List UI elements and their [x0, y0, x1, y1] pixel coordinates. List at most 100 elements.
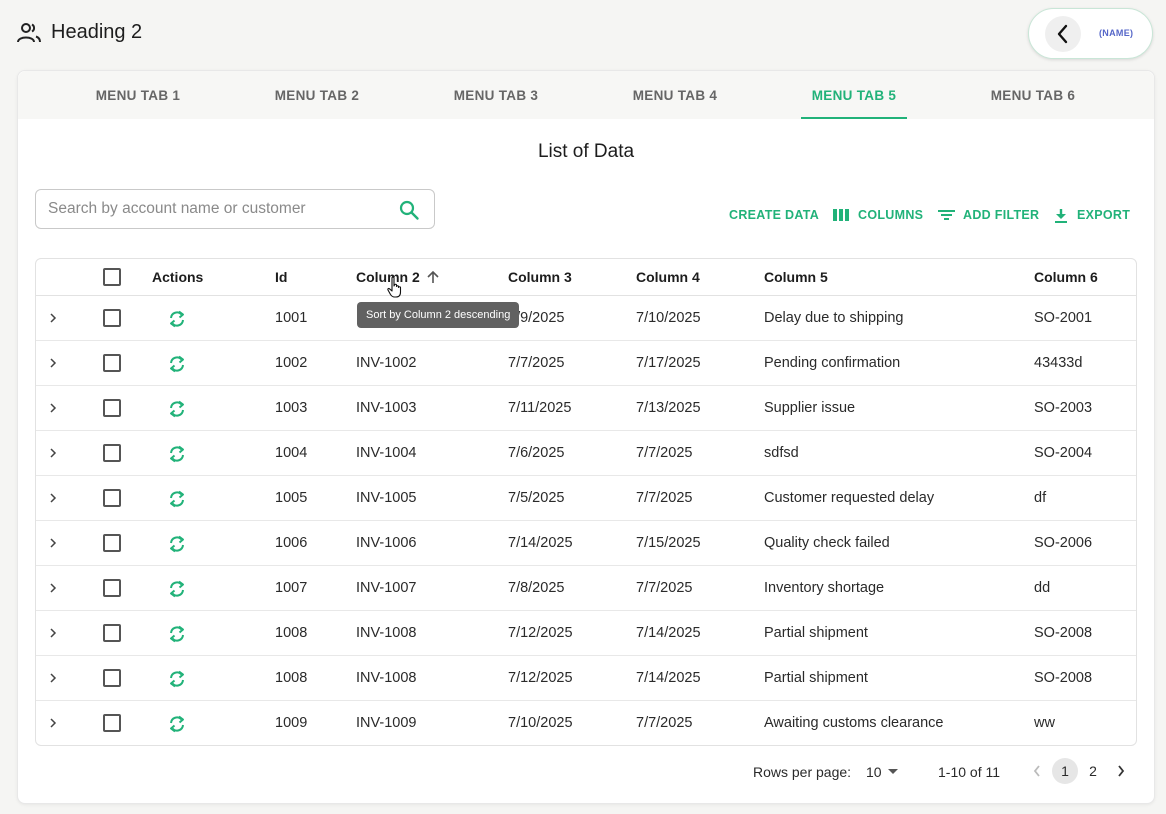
cell-column-3: 7/11/2025: [508, 400, 572, 416]
row-checkbox[interactable]: [103, 714, 121, 732]
chevron-right-icon[interactable]: [47, 582, 59, 594]
sort-arrow-up-icon[interactable]: [426, 270, 440, 284]
cell-column-3: 7/8/2025: [508, 580, 565, 596]
cell-column-5: Inventory shortage: [764, 580, 885, 596]
table-row[interactable]: 1004 INV-1004 7/6/2025 7/7/2025 sdfsd SO-2004: [36, 431, 1136, 476]
user-name: (NAME): [1099, 28, 1134, 38]
cell-column-4: 7/17/2025: [636, 355, 701, 371]
sync-icon[interactable]: [167, 579, 187, 599]
cell-column-5: Customer requested delay: [764, 490, 935, 506]
rows-per-page-select[interactable]: 10: [866, 764, 898, 780]
cell-column-4: 7/13/2025: [636, 400, 701, 416]
cell-column-5: Awaiting customs clearance: [764, 715, 944, 731]
tab-menu-2[interactable]: MENU TAB 2: [242, 71, 392, 119]
search-icon[interactable]: [398, 199, 420, 221]
cell-column-5: Delay due to shipping: [764, 310, 904, 326]
header-column-6[interactable]: Column 6: [1034, 269, 1098, 285]
cell-column-4: 7/14/2025: [636, 670, 701, 686]
tab-menu-3[interactable]: MENU TAB 3: [421, 71, 571, 119]
sync-icon[interactable]: [167, 534, 187, 554]
sync-icon[interactable]: [167, 354, 187, 374]
next-page-button[interactable]: [1108, 758, 1134, 784]
page-2-button[interactable]: 2: [1080, 758, 1106, 784]
row-checkbox[interactable]: [103, 354, 121, 372]
cell-id: 1004: [275, 445, 308, 461]
previous-page-button[interactable]: [1024, 758, 1050, 784]
row-checkbox[interactable]: [103, 669, 121, 687]
sync-icon[interactable]: [167, 444, 187, 464]
chevron-right-icon[interactable]: [47, 447, 59, 459]
rows-per-page-label: Rows per page:: [753, 764, 852, 780]
header-column-3[interactable]: Column 3: [508, 269, 572, 285]
pagination-range: 1-10 of 11: [938, 764, 1001, 780]
header-column-4[interactable]: Column 4: [636, 269, 700, 285]
cell-column-2: INV-1005: [356, 490, 417, 506]
table-row[interactable]: 1002 INV-1002 7/7/2025 7/17/2025 Pending con…: [36, 341, 1136, 386]
sync-icon[interactable]: [167, 669, 187, 689]
sync-icon[interactable]: [167, 624, 187, 644]
create-data-button[interactable]: CREATE DATA: [729, 207, 819, 223]
table-row[interactable]: 1008 INV-1008 7/12/2025 7/14/2025 Partial sh…: [36, 611, 1136, 656]
cell-column-3: 7/6/2025: [508, 445, 565, 461]
chevron-right-icon[interactable]: [47, 672, 59, 684]
row-checkbox[interactable]: [103, 534, 121, 552]
chevron-right-icon[interactable]: [47, 492, 59, 504]
tab-menu-1[interactable]: MENU TAB 1: [63, 71, 213, 119]
chevron-right-icon[interactable]: [47, 537, 59, 549]
columns-icon: [833, 209, 849, 221]
table-row[interactable]: 1005 INV-1005 7/5/2025 7/7/2025 Customer req…: [36, 476, 1136, 521]
cell-column-4: 7/14/2025: [636, 625, 701, 641]
table-row[interactable]: 1007 INV-1007 7/8/2025 7/7/2025 Inventory sh…: [36, 566, 1136, 611]
row-checkbox[interactable]: [103, 579, 121, 597]
chevron-right-icon[interactable]: [47, 717, 59, 729]
table-row[interactable]: 1006 INV-1006 7/14/2025 7/15/2025 Quality ch…: [36, 521, 1136, 566]
sync-icon[interactable]: [167, 489, 187, 509]
user-menu[interactable]: (NAME): [1028, 8, 1153, 59]
cell-column-2: INV-1002: [356, 355, 417, 371]
cell-column-4: 7/10/2025: [636, 310, 701, 326]
cell-column-5: sdfsd: [764, 445, 799, 461]
chevron-right-icon[interactable]: [47, 312, 59, 324]
row-checkbox[interactable]: [103, 489, 121, 507]
sync-icon[interactable]: [167, 399, 187, 419]
table-row[interactable]: 1008 INV-1008 7/12/2025 7/14/2025 Partial sh…: [36, 656, 1136, 701]
cell-column-6: ww: [1034, 715, 1055, 731]
grid-header: Actions Id Column 2 Column 3 Column 4 Co…: [36, 259, 1136, 296]
cell-column-5: Quality check failed: [764, 535, 890, 551]
cell-column-4: 7/15/2025: [636, 535, 701, 551]
cursor-hand-icon: [387, 276, 402, 298]
sync-icon[interactable]: [167, 309, 187, 329]
columns-button[interactable]: COLUMNS: [832, 207, 923, 223]
page-1-button[interactable]: 1: [1052, 758, 1078, 784]
cell-column-6: SO-2004: [1034, 445, 1093, 461]
header-id[interactable]: Id: [275, 269, 287, 285]
row-checkbox[interactable]: [103, 624, 121, 642]
sync-icon[interactable]: [167, 714, 187, 734]
table-row[interactable]: 1001INV-10017/9/20257/10/2025Delay due t…: [36, 296, 1136, 341]
search-input[interactable]: [48, 190, 388, 228]
tab-menu-4[interactable]: MENU TAB 4: [600, 71, 750, 119]
add-filter-button[interactable]: ADD FILTER: [938, 207, 1039, 223]
export-button[interactable]: EXPORT: [1053, 207, 1130, 223]
cell-id: 1008: [275, 625, 308, 641]
row-checkbox[interactable]: [103, 444, 121, 462]
back-button[interactable]: [1045, 16, 1081, 52]
chevron-right-icon[interactable]: [47, 627, 59, 639]
export-label: EXPORT: [1077, 208, 1131, 222]
table-row[interactable]: 1009 INV-1009 7/10/2025 7/7/2025 Awaiting cu…: [36, 701, 1136, 745]
chevron-right-icon[interactable]: [47, 357, 59, 369]
sort-tooltip: Sort by Column 2 descending: [357, 302, 520, 328]
header-column-5[interactable]: Column 5: [764, 269, 828, 285]
row-checkbox[interactable]: [103, 309, 121, 327]
tab-menu-6[interactable]: MENU TAB 6: [958, 71, 1108, 119]
page-title: Heading 2: [51, 21, 143, 43]
table-row[interactable]: 1003 INV-1003 7/11/2025 7/13/2025 Supplier i…: [36, 386, 1136, 431]
select-all-checkbox[interactable]: [103, 268, 121, 286]
tab-menu-5[interactable]: MENU TAB 5: [779, 71, 929, 119]
row-checkbox[interactable]: [103, 399, 121, 417]
cell-column-3: 7/10/2025: [508, 715, 573, 731]
chevron-right-icon[interactable]: [47, 402, 59, 414]
cell-column-2: INV-1004: [356, 445, 417, 461]
cell-column-3: 7/5/2025: [508, 490, 565, 506]
cell-id: 1003: [275, 400, 308, 416]
